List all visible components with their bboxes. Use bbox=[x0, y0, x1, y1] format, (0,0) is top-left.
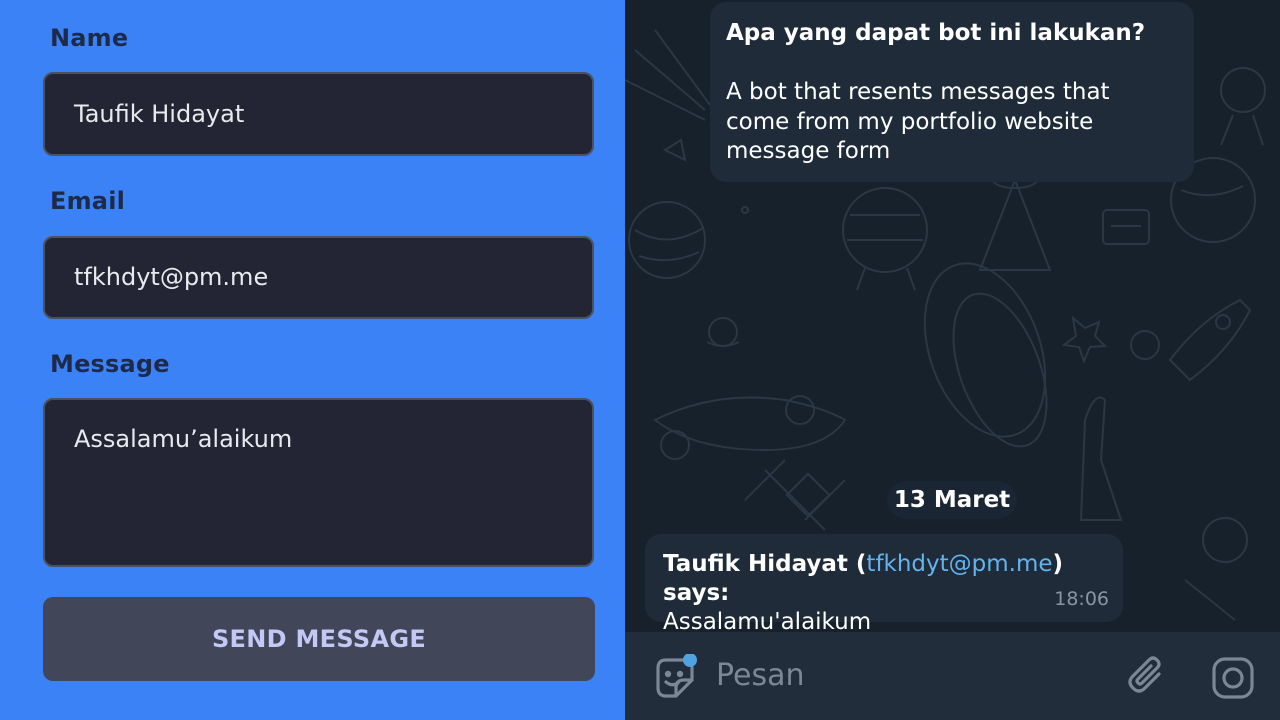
message-sender: Taufik Hidayat bbox=[663, 551, 848, 577]
bot-info-bubble: Apa yang dapat bot ini lakukan? A bot th… bbox=[710, 2, 1194, 182]
message-bubble[interactable]: Taufik Hidayat (tfkhdyt@pm.me) says: Ass… bbox=[645, 534, 1123, 635]
camera-icon bbox=[1212, 657, 1254, 699]
attach-icon bbox=[1128, 656, 1161, 693]
message-input[interactable]: Pesan bbox=[716, 656, 1076, 696]
telegram-chat: Apa yang dapat bot ini lakukan? A bot th… bbox=[625, 0, 1280, 720]
message-email-link[interactable]: tfkhdyt@pm.me bbox=[866, 551, 1052, 577]
camera-button[interactable] bbox=[1209, 654, 1257, 702]
email-field[interactable]: tfkhdyt@pm.me bbox=[43, 236, 594, 319]
contact-form: Name Taufik Hidayat Email tfkhdyt@pm.me … bbox=[0, 0, 625, 720]
message-field[interactable]: Assalamu’alaikum bbox=[43, 398, 594, 567]
send-message-button[interactable]: SEND MESSAGE bbox=[43, 597, 595, 681]
sticker-button[interactable] bbox=[650, 653, 698, 702]
attach-button[interactable] bbox=[1125, 654, 1173, 702]
bot-info-description: A bot that resents messages that come fr… bbox=[726, 79, 1110, 164]
name-label: Name bbox=[50, 24, 129, 52]
message-composer: Pesan bbox=[625, 632, 1280, 720]
message-open-paren: ( bbox=[847, 551, 867, 577]
sticker-icon bbox=[656, 653, 697, 698]
name-field[interactable]: Taufik Hidayat bbox=[43, 72, 594, 156]
message-label: Message bbox=[50, 350, 170, 378]
message-time: 18:06 bbox=[1054, 588, 1109, 610]
email-label: Email bbox=[50, 187, 126, 215]
date-separator: 13 Maret bbox=[887, 481, 1017, 519]
bot-info-title: Apa yang dapat bot ini lakukan? bbox=[726, 20, 1146, 46]
